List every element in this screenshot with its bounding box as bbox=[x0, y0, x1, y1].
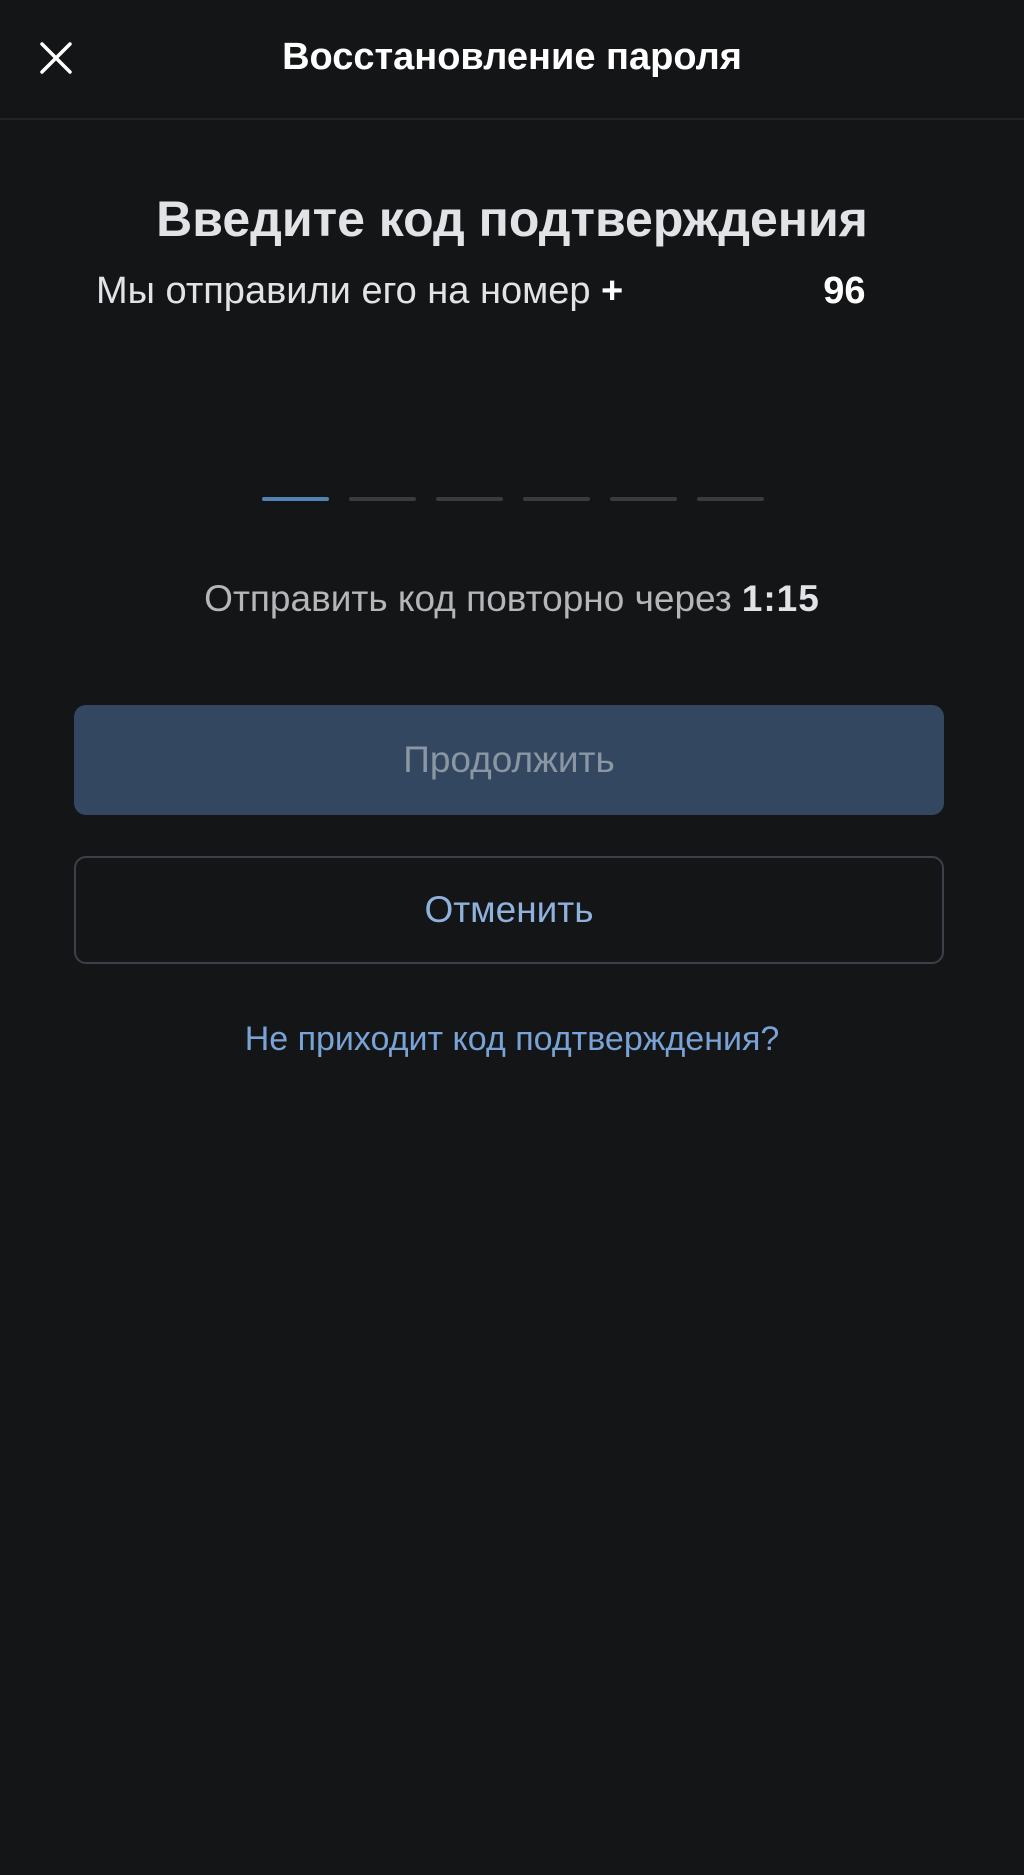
confirmation-title: Введите код подтверждения bbox=[156, 191, 868, 247]
resend-timer: 1:15 bbox=[741, 578, 820, 619]
cancel-button[interactable]: Отменить bbox=[74, 856, 944, 964]
code-slot[interactable] bbox=[262, 497, 329, 501]
phone-masked-digits bbox=[623, 283, 823, 303]
code-slot[interactable] bbox=[697, 497, 764, 501]
code-slot[interactable] bbox=[349, 497, 416, 501]
page-title: Восстановление пароля bbox=[282, 36, 742, 78]
no-code-link[interactable]: Не приходит код подтверждения? bbox=[0, 1020, 1024, 1059]
code-slot[interactable] bbox=[436, 497, 503, 501]
sent-to-phone-text: Мы отправили его на номер +96 bbox=[96, 270, 936, 313]
code-slot[interactable] bbox=[610, 497, 677, 501]
resend-countdown: Отправить код повторно через 1:15 bbox=[0, 578, 1024, 620]
continue-button[interactable]: Продолжить bbox=[74, 705, 944, 815]
code-slot[interactable] bbox=[523, 497, 590, 501]
code-input[interactable] bbox=[262, 497, 764, 501]
phone-suffix: 96 bbox=[823, 270, 866, 312]
sent-to-label: Мы отправили его на номер bbox=[96, 270, 602, 312]
header: Восстановление пароля bbox=[0, 0, 1024, 120]
phone-prefix: + bbox=[601, 270, 624, 312]
resend-label: Отправить код повторно через bbox=[204, 578, 732, 619]
